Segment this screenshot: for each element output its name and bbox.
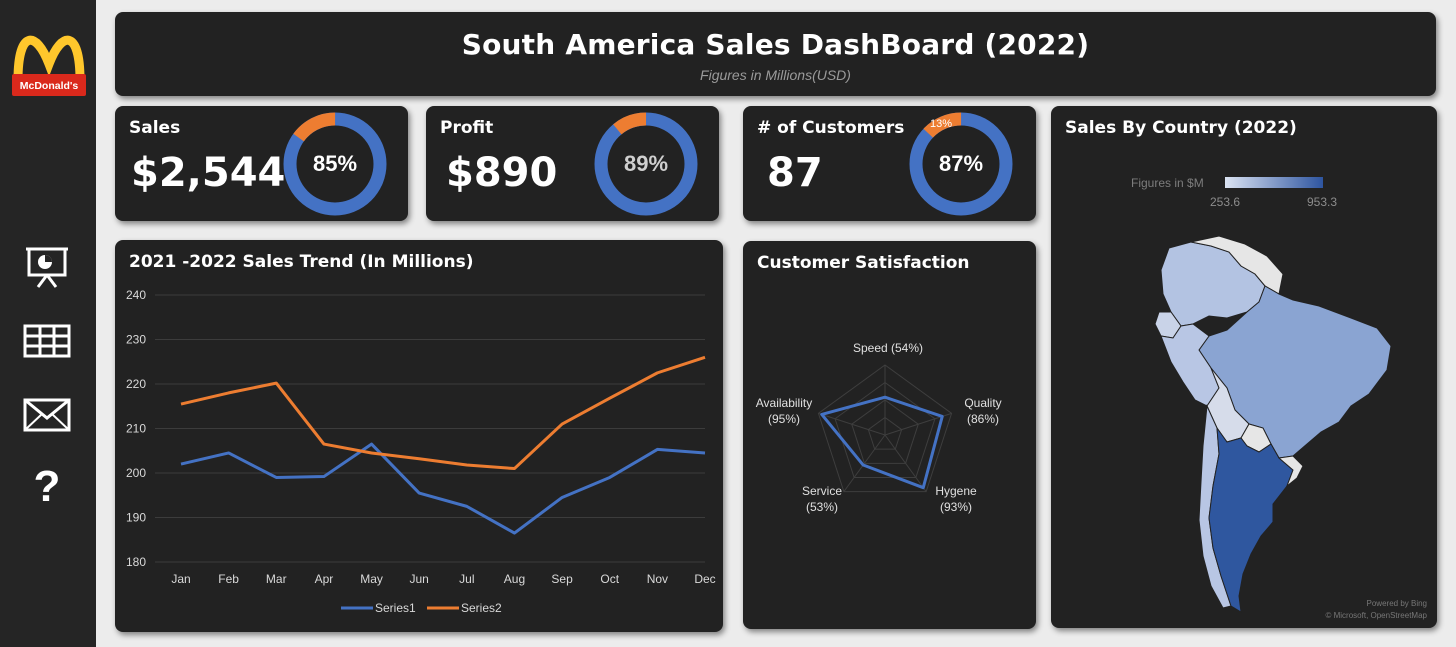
sales-donut: 85% <box>283 112 387 216</box>
customers-kpi-card: # of Customers 87 13% 87% <box>743 106 1036 221</box>
radar-axis-pct: (86%) <box>967 412 999 426</box>
y-tick-label: 180 <box>126 555 146 569</box>
mail-icon[interactable] <box>22 392 72 438</box>
y-tick-label: 200 <box>126 466 146 480</box>
help-icon[interactable]: ? <box>22 462 72 511</box>
legend-label: Series1 <box>375 601 416 615</box>
profit-donut: 89% <box>594 112 698 216</box>
x-tick-label: Dec <box>694 572 715 586</box>
sales-percent: 85% <box>313 151 357 176</box>
radar-axis-label: Service <box>802 484 842 498</box>
map-card: Sales By Country (2022) Figures in $M 25… <box>1051 106 1437 628</box>
sidebar: McDonald's ? <box>0 0 96 647</box>
sales-value: $2,544 <box>131 150 286 196</box>
presentation-icon[interactable] <box>22 244 72 290</box>
profit-label: Profit <box>440 118 494 138</box>
x-tick-label: Sep <box>551 572 573 586</box>
customers-label: # of Customers <box>757 118 905 138</box>
customers-value: 87 <box>767 150 823 196</box>
x-tick-label: Apr <box>315 572 334 586</box>
x-tick-label: Mar <box>266 572 287 586</box>
radar-axis-pct: (95%) <box>768 412 800 426</box>
legend-label: Series2 <box>461 601 502 615</box>
customers-donut: 13% 87% <box>909 112 1013 216</box>
radar-axis-label: Hygene <box>935 484 977 498</box>
y-tick-label: 220 <box>126 377 146 391</box>
page-title: South America Sales DashBoard (2022) <box>461 28 1090 61</box>
sales-kpi-card: Sales $2,544 85% <box>115 106 408 221</box>
y-tick-label: 240 <box>126 288 146 302</box>
x-tick-label: Aug <box>504 572 525 586</box>
south-america-map[interactable]: Powered by Bing © Microsoft, OpenStreetM… <box>1051 106 1437 628</box>
radar-axis-label: Speed (54%) <box>853 341 923 355</box>
x-tick-label: May <box>360 572 383 586</box>
x-tick-label: Nov <box>647 572 668 586</box>
series-line-2 <box>180 355 706 471</box>
radar-axis-pct: (93%) <box>940 500 972 514</box>
sales-trend-chart: 240 230 220 210 200 190 180 Jan Feb Mar Apr May Jun J… <box>126 288 716 615</box>
profit-percent: 89% <box>624 151 668 176</box>
radar-axis-pct: (53%) <box>806 500 838 514</box>
page-subtitle: Figures in Millions(USD) <box>700 67 851 83</box>
title-card: South America Sales DashBoard (2022) Fig… <box>115 12 1436 96</box>
x-tick-label: Jun <box>410 572 429 586</box>
y-tick-label: 210 <box>126 422 146 436</box>
y-tick-label: 230 <box>126 333 146 347</box>
sales-label: Sales <box>129 118 181 138</box>
sales-trend-card: 2021 -2022 Sales Trend (In Millions) 240… <box>115 240 723 632</box>
table-icon[interactable] <box>22 318 72 364</box>
satisfaction-radar-chart: Speed (54%) Quality (86%) Hygene (93%) Servic… <box>756 341 1002 514</box>
y-tick-label: 190 <box>126 511 146 525</box>
radar-axis-label: Availability <box>756 396 812 410</box>
map-credit-osm: © Microsoft, OpenStreetMap <box>1326 611 1428 620</box>
customers-percent: 87% <box>939 151 983 176</box>
profit-value: $890 <box>446 150 558 196</box>
mcdonalds-logo[interactable]: McDonald's <box>12 24 86 98</box>
x-tick-label: Jul <box>459 572 474 586</box>
x-tick-label: Oct <box>600 572 619 586</box>
profit-kpi-card: Profit $890 89% <box>426 106 719 221</box>
x-tick-label: Jan <box>171 572 190 586</box>
series-line-1 <box>180 442 706 535</box>
radar-axis-label: Quality <box>964 396 1001 410</box>
map-credit-bing: Powered by Bing <box>1367 599 1427 608</box>
satisfaction-card: Customer Satisfaction Speed (54%) Quality… <box>743 241 1036 629</box>
customers-remainder-label: 13% <box>930 118 952 130</box>
radar-series <box>820 395 944 490</box>
x-tick-label: Feb <box>218 572 239 586</box>
svg-text:McDonald's: McDonald's <box>20 80 79 92</box>
